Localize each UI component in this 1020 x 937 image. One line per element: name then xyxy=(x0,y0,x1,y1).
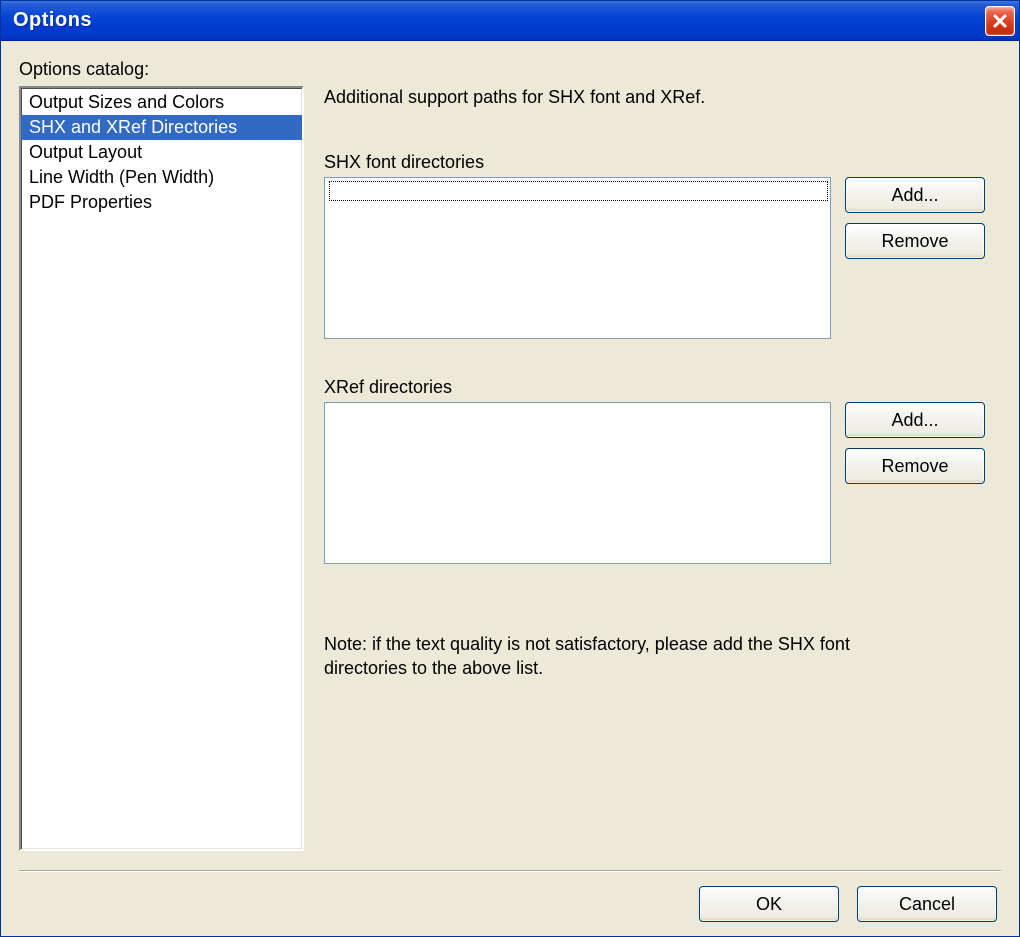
close-button[interactable] xyxy=(985,6,1015,36)
shx-button-stack: Add... Remove xyxy=(845,177,985,339)
xref-section-label: XRef directories xyxy=(324,377,1001,398)
content-panel: Additional support paths for SHX font an… xyxy=(324,86,1001,864)
catalog-item-output-sizes[interactable]: Output Sizes and Colors xyxy=(21,90,302,115)
footer-separator xyxy=(19,870,1001,872)
cancel-button[interactable]: Cancel xyxy=(857,886,997,922)
shx-row: Add... Remove xyxy=(324,177,1001,339)
catalog-item-pdf-properties[interactable]: PDF Properties xyxy=(21,190,302,215)
options-catalog-list[interactable]: Output Sizes and Colors SHX and XRef Dir… xyxy=(19,86,304,851)
main-row: Output Sizes and Colors SHX and XRef Dir… xyxy=(19,86,1001,864)
options-dialog: Options Options catalog: Output Sizes an… xyxy=(0,0,1020,937)
ok-button[interactable]: OK xyxy=(699,886,839,922)
xref-row: Add... Remove xyxy=(324,402,1001,564)
footer-row: OK Cancel xyxy=(19,886,1001,922)
description-text: Additional support paths for SHX font an… xyxy=(324,87,1001,108)
shx-directories-listbox[interactable] xyxy=(324,177,831,339)
xref-directories-listbox[interactable] xyxy=(324,402,831,564)
xref-button-stack: Add... Remove xyxy=(845,402,985,564)
shx-add-button[interactable]: Add... xyxy=(845,177,985,213)
catalog-item-shx-xref[interactable]: SHX and XRef Directories xyxy=(21,115,302,140)
window-title: Options xyxy=(13,9,92,32)
catalog-item-output-layout[interactable]: Output Layout xyxy=(21,140,302,165)
shx-section-label: SHX font directories xyxy=(324,152,1001,173)
close-icon xyxy=(992,13,1008,29)
note-text: Note: if the text quality is not satisfa… xyxy=(324,632,924,681)
catalog-label: Options catalog: xyxy=(19,59,1001,80)
title-bar: Options xyxy=(1,1,1019,41)
xref-remove-button[interactable]: Remove xyxy=(845,448,985,484)
client-area: Options catalog: Output Sizes and Colors… xyxy=(1,41,1019,936)
catalog-item-line-width[interactable]: Line Width (Pen Width) xyxy=(21,165,302,190)
xref-add-button[interactable]: Add... xyxy=(845,402,985,438)
shx-remove-button[interactable]: Remove xyxy=(845,223,985,259)
